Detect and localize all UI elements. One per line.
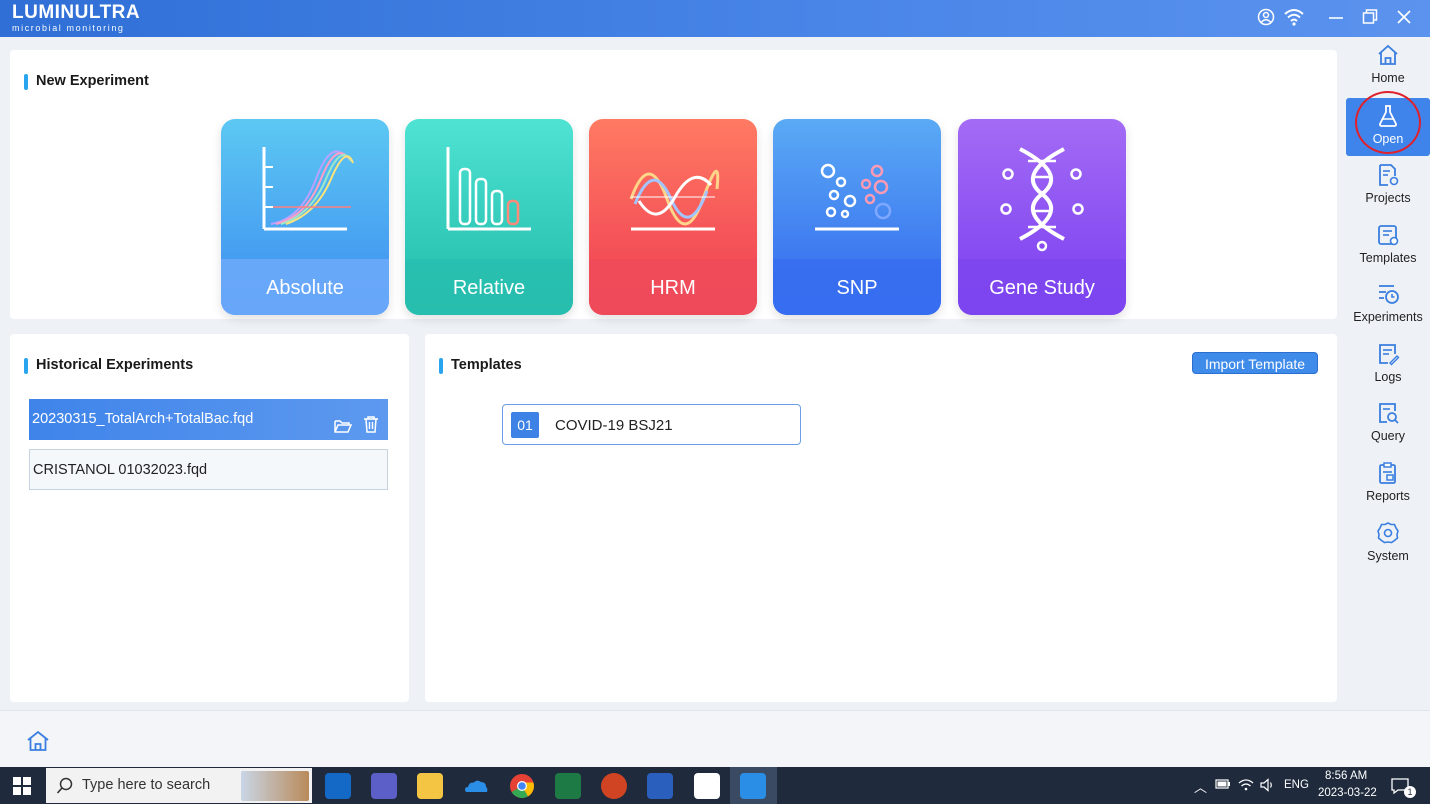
historical-experiments-title: Historical Experiments: [24, 357, 193, 374]
sidebar-item-system[interactable]: System: [1346, 515, 1430, 573]
tile-relative-label: Relative: [405, 259, 573, 315]
sidebar-item-templates[interactable]: Templates: [1346, 217, 1430, 275]
tile-snp-label: SNP: [773, 259, 941, 315]
tile-absolute[interactable]: Absolute: [221, 119, 389, 315]
user-circle-icon[interactable]: [1257, 8, 1275, 32]
logs-icon: [1379, 344, 1400, 366]
new-experiment-title: New Experiment: [24, 73, 149, 90]
tray-chevron-icon[interactable]: ︿: [1194, 777, 1207, 796]
delete-icon[interactable]: [362, 409, 380, 450]
file-explorer-icon[interactable]: [417, 773, 443, 799]
query-icon: [1379, 403, 1399, 424]
search-placeholder: Type here to search: [82, 777, 211, 793]
main-area: New Experiment Absolute Relative HRM SNP…: [0, 37, 1345, 710]
title-bar: LUMINULTRA microbial monitoring: [0, 0, 1430, 37]
sidebar-item-reports[interactable]: Reports: [1346, 455, 1430, 513]
tile-relative[interactable]: Relative: [405, 119, 573, 315]
network-icon[interactable]: [1238, 778, 1254, 795]
home-icon[interactable]: [26, 729, 50, 753]
clock-time[interactable]: 8:56 AM: [1325, 770, 1367, 782]
templates-icon: [1378, 225, 1399, 246]
volume-icon[interactable]: [1260, 778, 1276, 795]
minimize-icon[interactable]: [1328, 8, 1344, 32]
bottom-bar: [0, 710, 1430, 767]
luminultra-active-app-icon[interactable]: [740, 773, 766, 799]
sidebar-item-label: Home: [1371, 71, 1405, 85]
search-highlight-image: [241, 771, 309, 801]
tile-absolute-label: Absolute: [221, 259, 389, 315]
tile-hrm-label: HRM: [589, 259, 757, 315]
history-item-name: 20230315_TotalArch+TotalBac.fqd: [32, 411, 254, 427]
sidebar-item-logs[interactable]: Logs: [1346, 336, 1430, 394]
brand-name: LUMINULTRA: [12, 2, 141, 23]
chrome-icon[interactable]: [509, 773, 535, 799]
sidebar-item-label: Experiments: [1353, 310, 1423, 324]
onedrive-icon[interactable]: [463, 773, 489, 799]
sidebar-item-projects[interactable]: Projects: [1346, 157, 1430, 215]
sidebar-item-experiments[interactable]: Experiments: [1346, 276, 1430, 334]
amplification-curve-icon: [262, 147, 354, 231]
tile-gene-study[interactable]: Gene Study: [958, 119, 1126, 315]
excel-icon[interactable]: [555, 773, 581, 799]
outlook-app-icon[interactable]: [325, 773, 351, 799]
sidebar-item-label: System: [1367, 549, 1409, 563]
tile-hrm[interactable]: HRM: [589, 119, 757, 315]
search-icon: [56, 777, 73, 794]
historical-experiments-panel: Historical Experiments 20230315_TotalArc…: [10, 334, 409, 702]
powerpoint-icon[interactable]: [601, 773, 627, 799]
language-indicator[interactable]: ENG: [1284, 779, 1309, 791]
taskbar-search[interactable]: Type here to search: [46, 768, 312, 803]
windows-start-icon[interactable]: [12, 776, 32, 796]
template-number: 01: [511, 412, 539, 438]
template-item[interactable]: 01 COVID-19 BSJ21: [502, 404, 801, 445]
app-logo: LUMINULTRA microbial monitoring: [12, 2, 141, 34]
brand-tagline: microbial monitoring: [12, 23, 125, 33]
history-item[interactable]: CRISTANOL 01032023.fqd: [29, 449, 388, 490]
scatter-dots-icon: [815, 163, 899, 231]
history-item-name: CRISTANOL 01032023.fqd: [33, 462, 208, 478]
templates-panel: Templates Import Template 01 COVID-19 BS…: [425, 334, 1337, 702]
experiments-icon: [1379, 285, 1399, 304]
sidebar-item-label: Reports: [1366, 489, 1410, 503]
template-name: COVID-19 BSJ21: [555, 417, 673, 434]
clock-date[interactable]: 2023-03-22: [1318, 787, 1377, 799]
bar-chart-icon: [446, 147, 531, 231]
reports-icon: [1379, 462, 1396, 484]
history-item[interactable]: 20230315_TotalArch+TotalBac.fqd: [29, 399, 388, 440]
restore-icon[interactable]: [1362, 8, 1378, 32]
notification-count: 1: [1404, 786, 1416, 798]
tile-snp[interactable]: SNP: [773, 119, 941, 315]
projects-icon: [1379, 164, 1399, 186]
wifi-icon[interactable]: [1284, 8, 1304, 32]
import-template-button[interactable]: Import Template: [1192, 352, 1318, 374]
sidebar-item-label: Templates: [1359, 251, 1417, 265]
sidebar-item-label: Logs: [1374, 370, 1402, 384]
luminultra-app-icon[interactable]: [694, 773, 720, 799]
close-icon[interactable]: [1396, 8, 1412, 32]
teams-app-icon[interactable]: [371, 773, 397, 799]
highlight-circle: [1355, 91, 1421, 154]
windows-taskbar: Type here to search ︿ ENG 8:56 AM 2023-0…: [0, 767, 1430, 804]
system-gear-icon: [1377, 522, 1399, 544]
sidebar-item-label: Query: [1370, 429, 1406, 443]
melt-curve-icon: [629, 169, 720, 231]
new-experiment-panel: New Experiment Absolute Relative HRM SNP…: [10, 50, 1337, 319]
sidebar-item-label: Projects: [1365, 191, 1411, 205]
dna-icon: [1000, 147, 1084, 252]
home-icon: [1378, 44, 1398, 65]
battery-icon[interactable]: [1215, 778, 1231, 793]
sidebar-item-home[interactable]: Home: [1346, 37, 1430, 95]
sidebar-item-query[interactable]: Query: [1346, 395, 1430, 453]
open-folder-icon[interactable]: [334, 410, 353, 451]
word-icon[interactable]: [647, 773, 673, 799]
tile-gene-study-label: Gene Study: [958, 259, 1126, 315]
templates-title: Templates: [439, 357, 522, 374]
